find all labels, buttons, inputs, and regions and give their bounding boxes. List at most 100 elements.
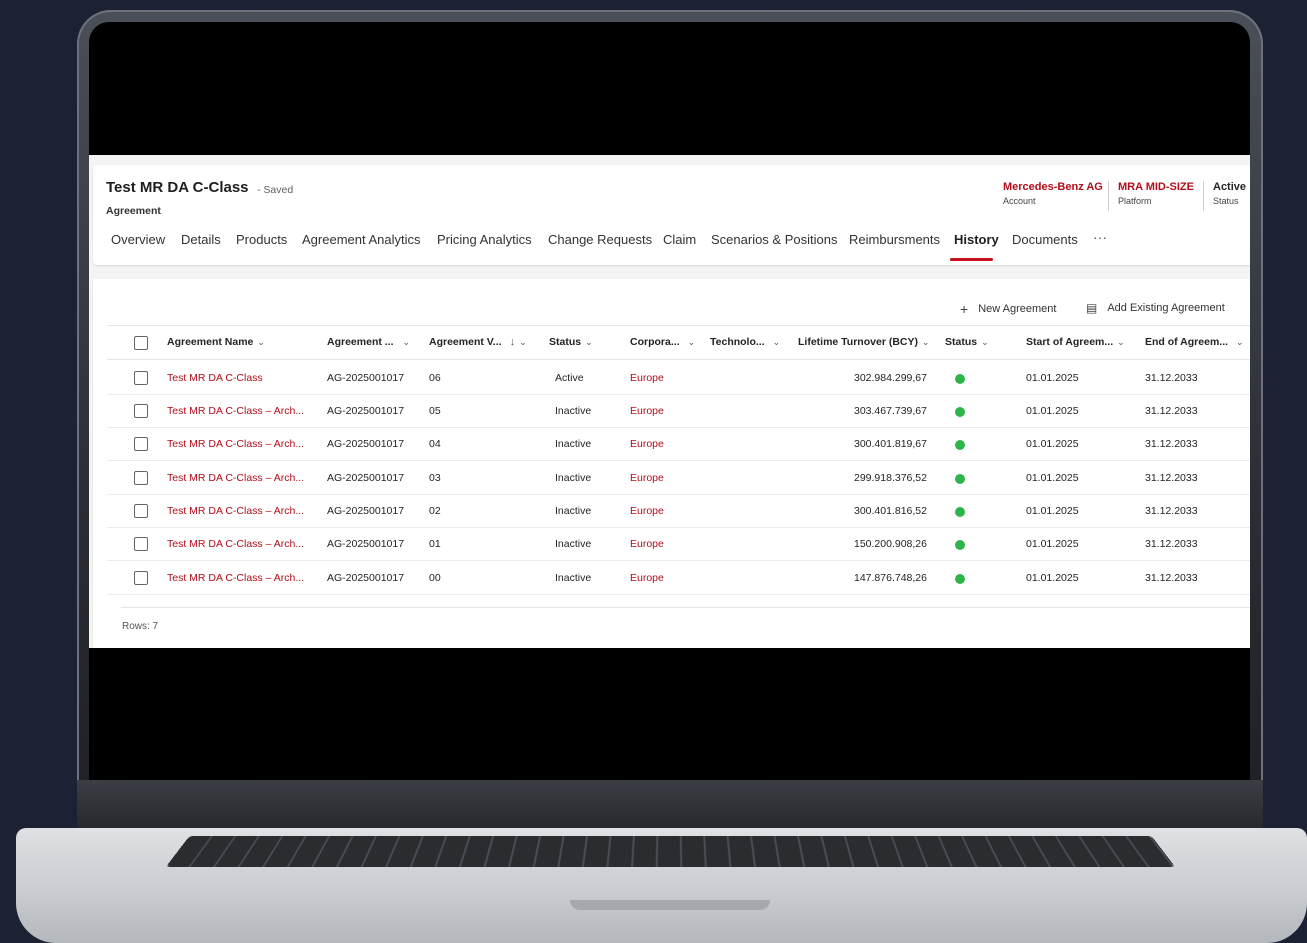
grid-footer-divider	[121, 607, 1250, 608]
agreement-status: Inactive	[555, 438, 591, 450]
column-header-agreement-name[interactable]: Agreement Name ⌄	[167, 336, 265, 348]
grid-header-divider	[107, 359, 1250, 360]
row-checkbox[interactable]	[134, 404, 148, 418]
agreement-name-link[interactable]: Test MR DA C-Class	[167, 372, 263, 384]
agreement-version: 04	[429, 438, 441, 450]
column-header-lifetime-turnover[interactable]: Lifetime Turnover (BCY) ⌄	[798, 336, 930, 348]
column-header-agreement-version[interactable]: Agreement V... ↓ ⌄	[429, 336, 527, 348]
row-checkbox[interactable]	[134, 571, 148, 585]
sort-descending-icon: ↓	[510, 336, 516, 348]
new-agreement-button[interactable]: + New Agreement	[960, 301, 1056, 317]
record-entity: Agreement	[106, 205, 161, 217]
agreement-name-link[interactable]: Test MR DA C-Class – Arch...	[167, 472, 304, 484]
table-row[interactable]: Test MR DA C-Class – Arch... AG-20250010…	[107, 527, 1250, 561]
grid-divider	[107, 325, 1250, 326]
agreement-status: Inactive	[555, 538, 591, 550]
corporate-link[interactable]: Europe	[630, 572, 664, 584]
column-header-label: End of Agreem...	[1145, 336, 1228, 348]
agreement-name-link[interactable]: Test MR DA C-Class – Arch...	[167, 438, 304, 450]
column-header-status-indicator[interactable]: Status ⌄	[945, 336, 989, 348]
status-dot-icon	[955, 374, 965, 384]
corporate-link[interactable]: Europe	[630, 472, 664, 484]
tab-claim[interactable]: Claim	[663, 232, 696, 247]
chevron-down-icon: ⌄	[688, 337, 696, 347]
save-status: - Saved	[257, 184, 293, 196]
tab-change-requests[interactable]: Change Requests	[548, 232, 652, 247]
add-existing-agreement-label: Add Existing Agreement	[1107, 302, 1224, 314]
column-header-label: Agreement V...	[429, 336, 502, 348]
tab-overview[interactable]: Overview	[111, 232, 165, 247]
agreement-name-link[interactable]: Test MR DA C-Class – Arch...	[167, 572, 304, 584]
chevron-down-icon: ⌄	[585, 337, 593, 347]
column-header-technology[interactable]: Technolo... ⌄	[710, 336, 780, 348]
agreement-version: 02	[429, 505, 441, 517]
more-tabs-button[interactable]: ···	[1093, 229, 1107, 245]
table-row[interactable]: Test MR DA C-Class – Arch... AG-20250010…	[107, 394, 1250, 428]
tab-scenarios-positions[interactable]: Scenarios & Positions	[711, 232, 837, 247]
row-checkbox[interactable]	[134, 371, 148, 385]
column-header-label: Status	[549, 336, 581, 348]
chevron-down-icon: ⌄	[922, 337, 930, 347]
status-dot-icon	[955, 407, 965, 417]
new-agreement-label: New Agreement	[978, 303, 1056, 315]
row-checkbox[interactable]	[134, 437, 148, 451]
chevron-down-icon: ⌄	[1236, 337, 1244, 347]
table-row[interactable]: Test MR DA C-Class – Arch... AG-20250010…	[107, 561, 1250, 595]
add-existing-agreement-button[interactable]: ▤ Add Existing Agreement	[1086, 301, 1225, 315]
agreement-name-link[interactable]: Test MR DA C-Class – Arch...	[167, 538, 304, 550]
table-row[interactable]: Test MR DA C-Class – Arch... AG-20250010…	[107, 461, 1250, 495]
agreement-id: AG-2025001017	[327, 405, 404, 417]
chevron-down-icon: ⌄	[257, 337, 265, 347]
corporate-link[interactable]: Europe	[630, 405, 664, 417]
corporate-link[interactable]: Europe	[630, 505, 664, 517]
row-checkbox[interactable]	[134, 504, 148, 518]
corporate-link[interactable]: Europe	[630, 372, 664, 384]
corporate-link[interactable]: Europe	[630, 438, 664, 450]
tab-pricing-analytics[interactable]: Pricing Analytics	[437, 232, 532, 247]
plus-icon: +	[960, 301, 968, 317]
header-field-value[interactable]: MRA MID-SIZE	[1118, 181, 1194, 193]
agreement-name-link[interactable]: Test MR DA C-Class – Arch...	[167, 505, 304, 517]
column-header-label: Corpora...	[630, 336, 680, 348]
column-header-corporate[interactable]: Corpora... ⌄	[630, 336, 695, 348]
tab-history[interactable]: History	[954, 232, 999, 247]
column-header-agreement-id[interactable]: Agreement ... ⌄	[327, 336, 410, 348]
row-checkbox[interactable]	[134, 537, 148, 551]
agreement-status: Inactive	[555, 405, 591, 417]
record-header	[93, 165, 1250, 265]
laptop-trackpad-notch	[570, 900, 770, 910]
lifetime-turnover: 150.200.908,26	[807, 538, 927, 550]
column-header-end-of-agreement[interactable]: End of Agreem... ⌄	[1145, 336, 1244, 348]
corporate-link[interactable]: Europe	[630, 538, 664, 550]
column-header-start-of-agreement[interactable]: Start of Agreem... ⌄	[1026, 336, 1125, 348]
header-field-label: Status	[1213, 196, 1246, 206]
column-header-label: Lifetime Turnover (BCY)	[798, 336, 918, 348]
column-header-label: Technolo...	[710, 336, 765, 348]
header-field-value[interactable]: Mercedes-Benz AG	[1003, 181, 1103, 193]
table-row[interactable]: Test MR DA C-Class – Arch... AG-20250010…	[107, 427, 1250, 461]
header-field-value: Active	[1213, 181, 1246, 193]
table-row[interactable]: Test MR DA C-Class – Arch... AG-20250010…	[107, 494, 1250, 528]
row-checkbox[interactable]	[134, 471, 148, 485]
header-field-platform[interactable]: MRA MID-SIZE Platform	[1118, 181, 1194, 206]
tab-reimbursments[interactable]: Reimbursments	[849, 232, 940, 247]
select-all-checkbox[interactable]	[134, 336, 148, 350]
tab-documents[interactable]: Documents	[1012, 232, 1078, 247]
agreement-status: Inactive	[555, 572, 591, 584]
chevron-down-icon: ⌄	[403, 337, 411, 347]
laptop-keyboard	[166, 836, 1175, 867]
agreement-version: 06	[429, 372, 441, 384]
agreement-name-link[interactable]: Test MR DA C-Class – Arch...	[167, 405, 304, 417]
agreement-id: AG-2025001017	[327, 572, 404, 584]
tab-agreement-analytics[interactable]: Agreement Analytics	[302, 232, 421, 247]
header-field-label: Platform	[1118, 196, 1194, 206]
tab-details[interactable]: Details	[181, 232, 221, 247]
chevron-down-icon: ⌄	[519, 337, 527, 347]
column-header-status[interactable]: Status ⌄	[549, 336, 593, 348]
end-date: 31.12.2033	[1145, 505, 1198, 517]
active-tab-indicator	[950, 258, 993, 261]
status-dot-icon	[955, 507, 965, 517]
header-field-account[interactable]: Mercedes-Benz AG Account	[1003, 181, 1103, 206]
tab-products[interactable]: Products	[236, 232, 287, 247]
table-row[interactable]: Test MR DA C-Class AG-2025001017 06 Acti…	[107, 361, 1250, 395]
